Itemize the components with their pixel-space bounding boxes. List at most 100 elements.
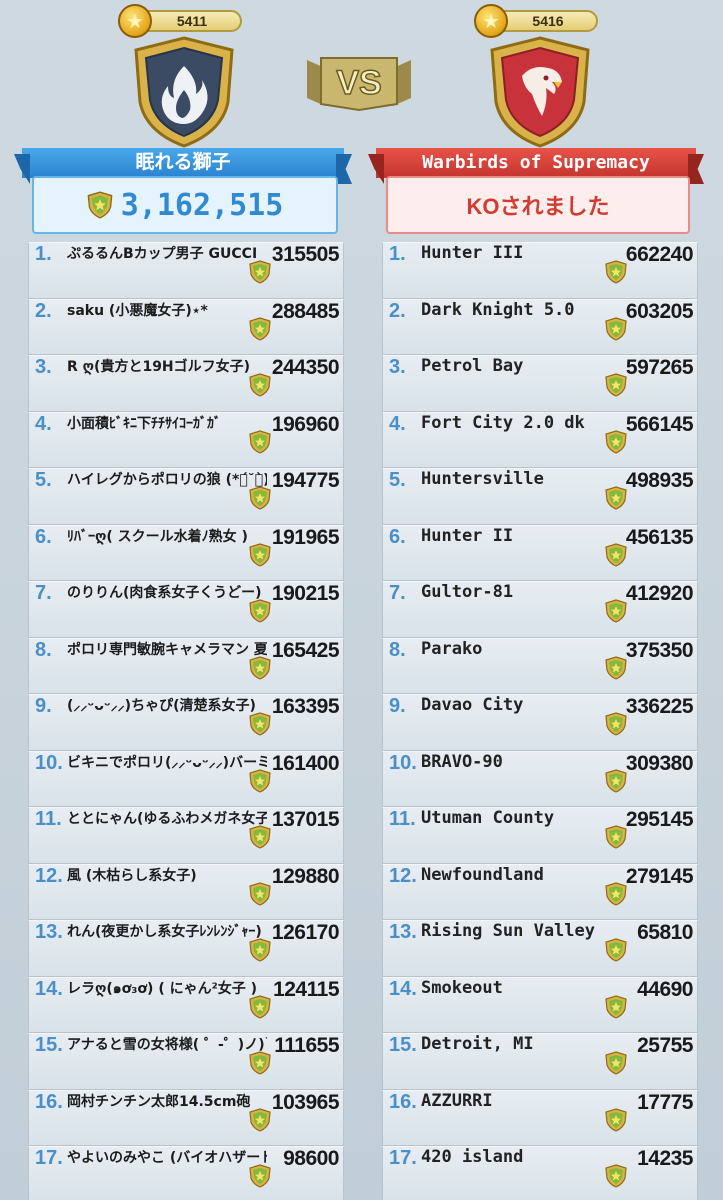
medal-shield-icon — [249, 486, 271, 510]
member-row[interactable]: 11. Utuman County 295145 — [382, 807, 698, 864]
member-rank: 11. — [389, 808, 416, 830]
right-member-list: 1. Hunter III 662240 2. Dark Knight 5.0 60320… — [382, 242, 698, 1200]
member-row[interactable]: 17. 420 island 14235 — [382, 1146, 698, 1200]
member-score: 597265 — [625, 356, 694, 379]
left-total-score-box: 3,162,515 — [32, 176, 338, 234]
member-score: 375350 — [625, 638, 694, 662]
member-row[interactable]: 2. Dark Knight 5.0 603205 — [382, 298, 698, 355]
member-score: 14235 — [637, 1147, 693, 1170]
member-rank: 10. — [389, 751, 417, 774]
right-team-name-banner: Warbirds of Supremacy — [376, 148, 696, 178]
member-row[interactable]: 11. ととにゃん(ゆるふわメガネ女子) 137015 — [28, 807, 344, 864]
member-rank: 7. — [35, 582, 52, 604]
member-name: Hunter III — [421, 243, 524, 263]
war-results-screen: 5411 ★ VS 5416 ★ 眠れる獅子 Warbirds of Supre… — [0, 0, 723, 1200]
member-row[interactable]: 1. ぷるるんBカップ男子 GUCCI 315505 — [28, 242, 344, 299]
member-row[interactable]: 10. BRAVO-90 309380 — [382, 750, 698, 807]
member-rank: 9. — [389, 695, 406, 717]
member-row[interactable]: 9. Davao City 336225 — [382, 694, 698, 751]
member-name: (⸝⸝ᵕᴗᵕ⸝⸝)ちゃぴ(清楚系女子) — [67, 698, 256, 714]
member-score: 190215 — [271, 582, 340, 605]
medal-shield-icon — [249, 881, 271, 906]
member-name: ぷるるんBカップ男子 GUCCI — [67, 246, 258, 262]
member-row[interactable]: 14. Smokeout 44690 — [382, 976, 698, 1033]
member-row[interactable]: 5. Huntersville 498935 — [382, 468, 698, 525]
member-row[interactable]: 7. Gultor-81 412920 — [382, 581, 698, 638]
member-name: Newfoundland — [421, 864, 544, 885]
member-score: 126170 — [271, 921, 340, 944]
member-rank: 9. — [35, 695, 52, 717]
medal-shield-icon — [605, 1107, 627, 1132]
right-status-box: KOされました — [386, 176, 690, 234]
member-row[interactable]: 14. レラღ(๑ơ₃ơ) ( にゃん²女子 ) 124115 — [28, 976, 344, 1033]
member-rank: 3. — [35, 356, 52, 378]
member-score: 137015 — [271, 808, 340, 831]
member-row[interactable]: 4. Fort City 2.0 dk 566145 — [382, 411, 698, 468]
member-score: 196960 — [271, 412, 340, 436]
member-name: ﾘﾊﾞｰღ( スクール水着ﾉ熟女 ) — [67, 528, 248, 545]
medal-shield-icon — [249, 1107, 271, 1132]
member-name: れん(夜更かし系女子ﾚﾝﾚﾝｼﾞｬｰ) — [67, 924, 262, 940]
member-rank: 12. — [35, 864, 63, 887]
medal-shield-icon — [249, 1164, 271, 1188]
member-row[interactable]: 13. Rising Sun Valley 65810 — [382, 920, 698, 977]
medal-shield-icon — [605, 373, 627, 397]
member-score: 65810 — [637, 921, 693, 944]
member-score: 288485 — [271, 299, 340, 323]
member-row[interactable]: 7. のりりん(肉食系女子くうどー) 190215 — [28, 581, 344, 638]
member-row[interactable]: 9. (⸝⸝ᵕᴗᵕ⸝⸝)ちゃぴ(清楚系女子) 163395 — [28, 694, 344, 751]
member-name: BRAVO-90 — [421, 751, 503, 772]
member-rank: 1. — [35, 243, 52, 265]
medal-shield-icon — [605, 1051, 627, 1075]
member-score: 163395 — [271, 695, 340, 718]
member-row[interactable]: 16. 岡村チンチン太郎14.5cm砲 103965 — [28, 1089, 344, 1146]
member-row[interactable]: 16. AZZURRI 17775 — [382, 1089, 698, 1146]
medal-shield-icon — [605, 316, 627, 341]
member-row[interactable]: 6. ﾘﾊﾞｰღ( スクール水着ﾉ熟女 ) 191965 — [28, 524, 344, 581]
member-rank: 14. — [35, 977, 63, 1000]
member-name: ハイレグからポロリの狼 (*ฅ́˘ฅ̀) — [67, 472, 267, 488]
member-row[interactable]: 8. ポロリ専門敏腕キャメラマン 夏乃早漏165425 — [28, 637, 344, 694]
member-rank: 15. — [389, 1034, 417, 1056]
star-icon: ★ — [118, 4, 152, 38]
member-score: 662240 — [625, 243, 694, 266]
member-row[interactable]: 3. Petrol Bay 597265 — [382, 355, 698, 412]
member-row[interactable]: 12. 風 (木枯らし系女子) 129880 — [28, 863, 344, 920]
member-row[interactable]: 8. Parako 375350 — [382, 637, 698, 694]
medal-shield-icon — [605, 655, 627, 680]
member-name: Davao City — [421, 695, 524, 715]
member-row[interactable]: 4. 小面積ﾋﾞｷﾆ下ﾁﾁｻｲｺｰｶﾞｶﾞ 196960 — [28, 411, 344, 468]
member-score: 309380 — [625, 751, 694, 775]
member-score: 603205 — [625, 299, 694, 323]
member-name: saku (小悪魔女子)⋆* — [67, 302, 208, 319]
member-name: Smokeout — [421, 977, 503, 998]
member-name: 岡村チンチン太郎14.5cm砲 — [67, 1093, 251, 1110]
medal-shield-icon — [249, 712, 271, 736]
member-row[interactable]: 5. ハイレグからポロリの狼 (*ฅ́˘ฅ̀) 194775 — [28, 468, 344, 525]
member-row[interactable]: 2. saku (小悪魔女子)⋆* 288485 — [28, 298, 344, 355]
member-name: Utuman County — [421, 808, 555, 828]
member-score: 44690 — [637, 977, 693, 1001]
member-name: AZZURRI — [421, 1090, 493, 1111]
member-rank: 8. — [389, 638, 406, 661]
medal-shield-icon — [249, 825, 271, 849]
member-name: Dark Knight 5.0 — [421, 299, 575, 320]
eagle-shield-icon — [490, 36, 590, 148]
member-rank: 12. — [389, 864, 417, 887]
member-row[interactable]: 13. れん(夜更かし系女子ﾚﾝﾚﾝｼﾞｬｰ) 126170 — [28, 920, 344, 977]
member-row[interactable]: 1. Hunter III 662240 — [382, 242, 698, 299]
medal-shield-icon — [249, 994, 271, 1019]
member-rank: 13. — [389, 921, 417, 943]
member-row[interactable]: 17.やよいのみやこ (バイオハザード系女子) 98600 — [28, 1146, 344, 1200]
member-row[interactable]: 12. Newfoundland 279145 — [382, 863, 698, 920]
medal-shield-icon — [249, 316, 271, 341]
member-row[interactable]: 10. ビキニでポロリ(⸝⸝ᵕᴗᵕ⸝⸝)バーミィ 161400 — [28, 750, 344, 807]
member-rank: 6. — [389, 525, 406, 548]
member-name: Huntersville — [421, 469, 544, 489]
member-name: Rising Sun Valley — [421, 921, 595, 941]
member-row[interactable]: 15. Detroit, MI 25755 — [382, 1033, 698, 1090]
member-row[interactable]: 3. R ღ(貴方と19Hゴルフ女子) 244350 — [28, 355, 344, 412]
member-row[interactable]: 15. アナると雪の女将様( ゜-゜)ノ)` 111655 — [28, 1033, 344, 1090]
medal-shield-icon — [249, 373, 271, 397]
member-row[interactable]: 6. Hunter II 456135 — [382, 524, 698, 581]
